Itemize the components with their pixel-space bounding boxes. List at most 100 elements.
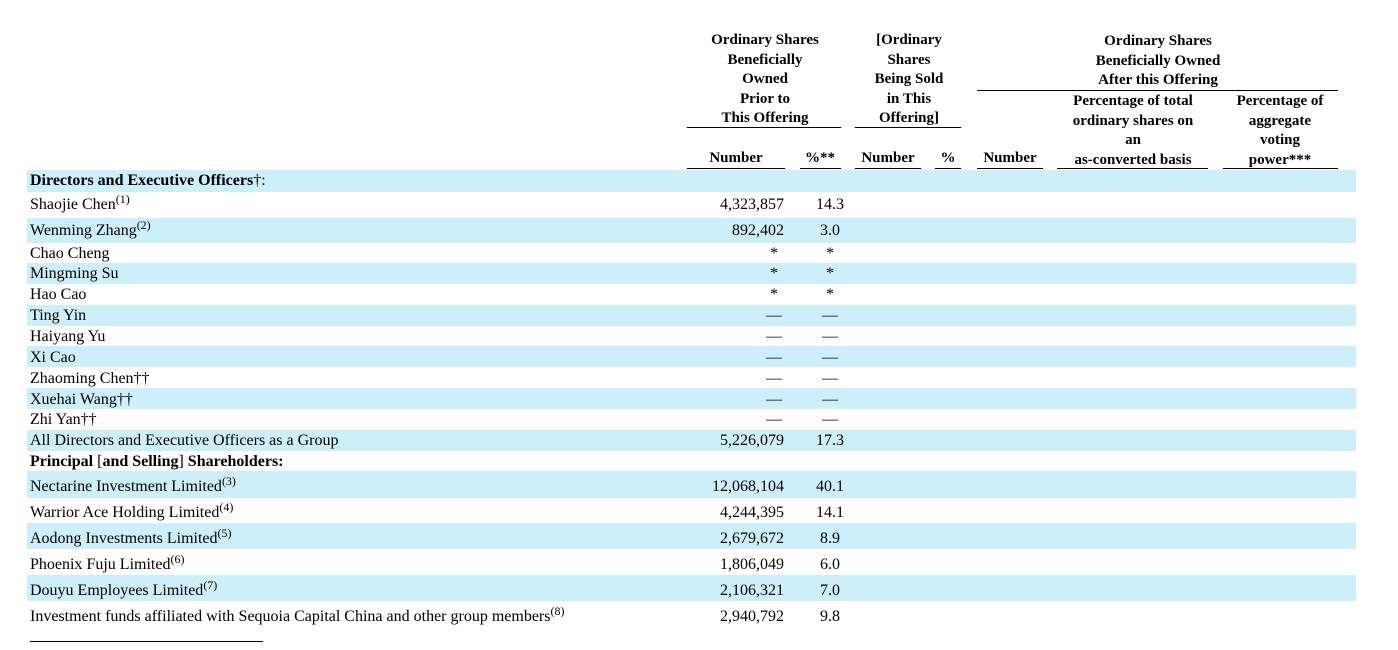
footnote-ref: (4) — [219, 500, 234, 514]
row-holder-name: Wenming Zhang(2) — [30, 219, 151, 240]
rule-colhdr-number-prior — [687, 168, 785, 169]
holder-name-text: Xuehai Wang†† — [30, 391, 133, 408]
shares-percent: 14.3 — [816, 196, 844, 213]
row-holder-name: Chao Cheng — [30, 245, 110, 263]
shares-percent: — — [822, 411, 838, 428]
colhdr-number-prior: Number — [709, 150, 763, 166]
rule-colhdr-pct-voting — [1223, 168, 1338, 169]
shares-number: 12,068,104 — [712, 478, 784, 495]
row-holder-name: Xuehai Wang†† — [30, 391, 133, 409]
footnote-ref: (5) — [217, 526, 232, 540]
band-row — [27, 263, 1356, 284]
footnote-ref: (1) — [115, 192, 130, 206]
rule-colhdr-number-after — [977, 168, 1043, 169]
holder-name-text: Nectarine Investment Limited — [30, 478, 222, 495]
shares-number: * — [770, 286, 778, 303]
rule-colhdr-number-sold — [855, 168, 921, 169]
row-holder-name: Nectarine Investment Limited(3) — [30, 475, 236, 496]
row-holder-name: Haiyang Yu — [30, 328, 105, 346]
holder-name-text: Shaojie Chen — [30, 196, 116, 213]
footnote-ref: (7) — [203, 578, 218, 592]
colhdr-pct-sold: % — [940, 150, 956, 166]
holder-name-text: Warrior Ace Holding Limited — [30, 504, 220, 521]
shares-number: — — [766, 370, 782, 387]
shares-number: 4,244,395 — [720, 504, 784, 521]
section-principal: Principal [and Selling] Shareholders: — [30, 453, 284, 471]
header-pct-voting: Percentage of aggregate voting power*** — [1236, 93, 1324, 168]
shares-percent: — — [822, 391, 838, 408]
row-holder-name: Mingming Su — [30, 265, 118, 283]
shares-percent: * — [826, 245, 834, 262]
shares-percent: 3.0 — [820, 222, 840, 239]
row-holder-name: Xi Cao — [30, 349, 76, 367]
holder-name-text: Mingming Su — [30, 265, 119, 282]
holder-name-text: Hao Cao — [30, 286, 87, 303]
header-prior-offering: Ordinary Shares Beneficially Owned Prior… — [711, 32, 819, 126]
footnote-separator — [30, 641, 263, 642]
holder-name-text: All Directors and Executive Officers as … — [30, 432, 339, 449]
holder-name-text: Xi Cao — [30, 349, 76, 366]
band-row — [27, 218, 1356, 243]
header-pct-total: Percentage of total ordinary shares on a… — [1072, 93, 1194, 168]
row-holder-name: Zhaoming Chen†† — [30, 370, 150, 388]
holder-name-text: Zhaoming Chen†† — [30, 370, 150, 387]
rule-colhdr-pct-sold — [935, 168, 961, 169]
footnote-ref: (6) — [170, 552, 185, 566]
section-principal-part2: and Selling — [102, 453, 179, 470]
header-being-sold: [Ordinary Shares Being Sold in This Offe… — [874, 32, 944, 126]
holder-name-text: Phoenix Fuju Limited — [30, 556, 171, 573]
header-after-offering: Ordinary Shares Beneficially Owned After… — [1095, 33, 1221, 88]
shares-percent: * — [826, 265, 834, 282]
band-row — [27, 388, 1356, 409]
colhdr-pct-prior: %** — [805, 150, 835, 166]
shares-percent: 7.0 — [820, 582, 840, 599]
shares-percent: — — [822, 328, 838, 345]
holder-name-text: Chao Cheng — [30, 245, 110, 262]
section-principal-part1: Principal — [30, 453, 98, 470]
row-holder-name: Phoenix Fuju Limited(6) — [30, 553, 184, 574]
shares-number: — — [766, 391, 782, 408]
row-holder-name: All Directors and Executive Officers as … — [30, 432, 338, 450]
section-principal-part3: Shareholders: — [187, 453, 284, 470]
rule-sold-group — [855, 127, 961, 128]
row-holder-name: Douyu Employees Limited(7) — [30, 579, 217, 600]
section-principal-bracket-close: ] — [178, 453, 188, 470]
section-directors: Directors and Executive Officers†: — [30, 172, 266, 190]
shares-number: 2,940,792 — [720, 608, 784, 625]
shares-number: 1,806,049 — [720, 556, 784, 573]
shares-percent: — — [822, 370, 838, 387]
section-directors-suffix: †: — [253, 172, 266, 189]
shares-number: — — [766, 307, 782, 324]
row-holder-name: Investment funds affiliated with Sequoia… — [30, 605, 564, 626]
shares-percent: 9.8 — [820, 608, 840, 625]
row-holder-name: Hao Cao — [30, 286, 86, 304]
shares-percent: * — [826, 286, 834, 303]
shares-percent: — — [822, 349, 838, 366]
holder-name-text: Wenming Zhang — [30, 222, 137, 239]
colhdr-number-sold: Number — [861, 150, 915, 166]
row-holder-name: Warrior Ace Holding Limited(4) — [30, 501, 233, 522]
holder-name-text: Zhi Yan†† — [30, 411, 97, 428]
section-directors-label: Directors and Executive Officers — [30, 172, 254, 189]
holder-name-text: Ting Yin — [30, 307, 87, 324]
rule-prior-group — [687, 127, 841, 128]
shares-number: * — [770, 245, 778, 262]
shares-percent: 17.3 — [816, 432, 844, 449]
footnote-ref: (2) — [136, 218, 151, 232]
row-holder-name: Zhi Yan†† — [30, 411, 97, 429]
shares-number: * — [770, 265, 778, 282]
row-holder-name: Aodong Investments Limited(5) — [30, 527, 232, 548]
holder-name-text: Haiyang Yu — [30, 328, 106, 345]
shares-number: — — [766, 411, 782, 428]
row-holder-name: Ting Yin — [30, 307, 86, 325]
shares-percent: — — [822, 307, 838, 324]
shares-number: 5,226,079 — [720, 432, 784, 449]
shares-percent: 6.0 — [820, 556, 840, 573]
rule-colhdr-pct-total — [1057, 168, 1208, 169]
row-holder-name: Shaojie Chen(1) — [30, 193, 130, 214]
shares-number: 2,679,672 — [720, 530, 784, 547]
shares-percent: 14.1 — [816, 504, 844, 521]
shares-percent: 8.9 — [820, 530, 840, 547]
shares-number: 4,323,857 — [720, 196, 784, 213]
shares-percent: 40.1 — [816, 478, 844, 495]
